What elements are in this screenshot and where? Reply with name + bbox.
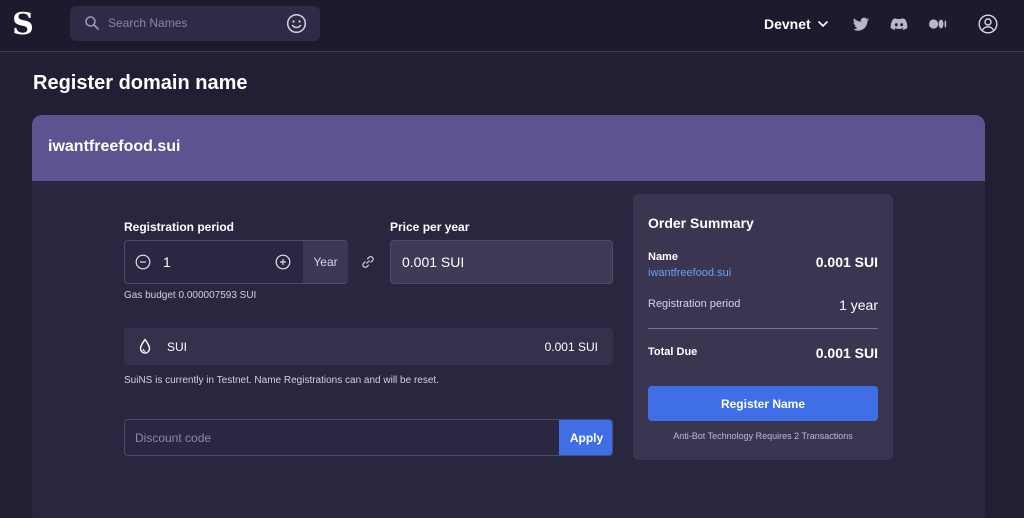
order-summary-title: Order Summary (648, 215, 754, 231)
register-name-button[interactable]: Register Name (648, 386, 878, 421)
medium-icon[interactable] (928, 14, 948, 34)
summary-name-label: Name (648, 251, 678, 263)
price-per-year-label: Price per year (390, 220, 470, 234)
summary-divider (648, 328, 878, 329)
payment-token-label: SUI (167, 340, 188, 354)
registration-period-value[interactable]: 1 (163, 254, 171, 270)
chevron-down-icon (817, 20, 828, 27)
anti-bot-notice: Anti-Bot Technology Requires 2 Transacti… (673, 431, 853, 441)
summary-period-value: 1 year (839, 297, 878, 313)
sui-drop-icon (139, 338, 151, 354)
network-selector[interactable]: Devnet (764, 15, 828, 33)
summary-period-label: Registration period (648, 298, 741, 310)
period-unit: Year (303, 241, 348, 283)
registration-card: iwantfreefood.sui Registration period 1 … (32, 115, 985, 518)
search-box[interactable] (70, 6, 320, 41)
emoji-icon[interactable] (286, 13, 307, 34)
apply-discount-button[interactable]: Apply (559, 420, 612, 455)
price-per-year-field: 0.001 SUI (390, 240, 613, 284)
search-input[interactable] (108, 12, 278, 34)
testnet-notice: SuiNS is currently in Testnet. Name Regi… (124, 375, 439, 386)
search-icon (85, 16, 99, 30)
summary-name-price: 0.001 SUI (815, 254, 878, 270)
gas-budget: Gas budget 0.000007593 SUI (124, 290, 257, 301)
summary-name-value[interactable]: iwantfreefood.sui (648, 267, 731, 279)
registration-period-label: Registration period (124, 220, 235, 234)
order-summary-panel: Order Summary Name iwantfreefood.sui 0.0… (633, 194, 893, 460)
top-navigation-bar: S Devnet (0, 0, 1024, 52)
payment-token-row: SUI 0.001 SUI (124, 328, 613, 365)
twitter-icon[interactable] (851, 14, 871, 34)
discord-icon[interactable] (889, 14, 909, 34)
network-label: Devnet (764, 16, 811, 32)
discount-code-input[interactable] (125, 420, 559, 455)
price-per-year-value: 0.001 SUI (402, 254, 465, 270)
registration-period-stepper: 1 Year (124, 240, 348, 284)
total-due-value: 0.001 SUI (815, 345, 878, 361)
plus-circle-icon[interactable] (275, 254, 291, 270)
page-title: Register domain name (33, 72, 248, 94)
user-account-icon[interactable] (978, 14, 998, 34)
domain-header: iwantfreefood.sui (32, 115, 985, 181)
domain-name: iwantfreefood.sui (48, 138, 181, 155)
total-due-label: Total Due (648, 346, 698, 358)
minus-circle-icon[interactable] (135, 254, 151, 270)
link-icon (362, 256, 374, 268)
payment-token-amount: 0.001 SUI (544, 340, 598, 354)
discount-code-group: Apply (124, 419, 613, 456)
suins-logo[interactable]: S (10, 8, 36, 42)
